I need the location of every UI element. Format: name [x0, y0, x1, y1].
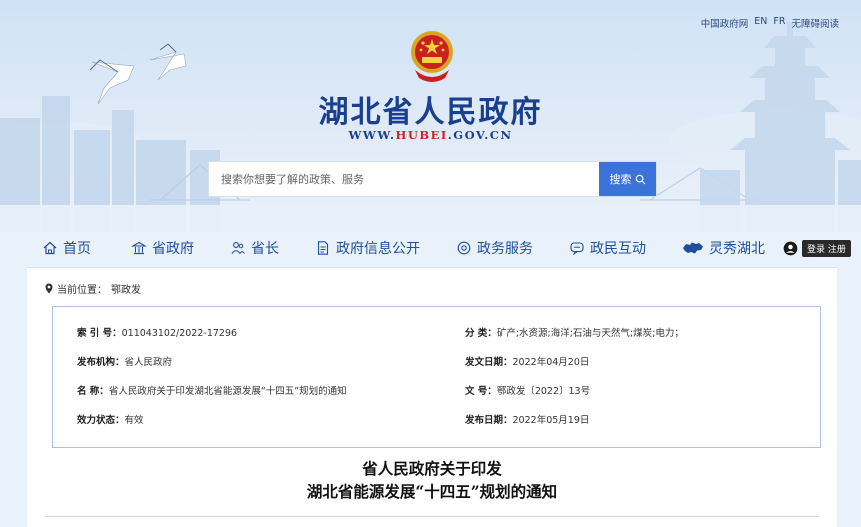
top-link-en[interactable]: EN [754, 16, 767, 30]
nav-item-lingxiu-hubei[interactable]: 灵秀湖北 [682, 238, 765, 258]
meta-doc-number: 文 号：鄂政发〔2022〕13号 [465, 383, 590, 397]
meta-name: 名 称：省人民政府关于印发湖北省能源发展“十四五”规划的通知 [77, 383, 347, 397]
nav-item-interaction[interactable]: 政民互动 [569, 238, 646, 258]
meta-index: 索 引 号：011043102/2022-17296 [77, 325, 237, 339]
document-title-line1: 省人民政府关于印发 [362, 459, 502, 478]
meta-category-label: 分 类： [465, 328, 497, 339]
user-icon [783, 241, 798, 255]
nav-item-gov-services[interactable]: 政务服务 [456, 238, 533, 258]
meta-index-label: 索 引 号： [77, 328, 122, 339]
meta-publisher: 发布机构：省人民政府 [77, 354, 172, 368]
breadcrumb: 当前位置： 鄂政发 [45, 281, 141, 296]
content-panel: 当前位置： 鄂政发 索 引 号：011043102/2022-17296 分 类… [27, 267, 837, 527]
divider [45, 516, 819, 517]
home-icon [43, 241, 57, 255]
meta-issue-date-label: 发文日期： [465, 357, 513, 368]
site-title: 湖北省人民政府 [318, 95, 543, 130]
meta-category-value: 矿产;水资源;海洋;石油与天然气;煤炭;电力； [496, 328, 684, 339]
meta-name-label: 名 称： [77, 386, 109, 397]
nav-item-info-disclosure-label: 政府信息公开 [336, 241, 420, 257]
site-url-highlight: HUBEI [395, 128, 448, 142]
site-url-suffix: .GOV.CN [447, 128, 513, 142]
meta-publish-date-label: 发布日期： [465, 415, 513, 426]
search-input[interactable] [209, 162, 599, 196]
meta-name-value: 省人民政府关于印发湖北省能源发展“十四五”规划的通知 [108, 386, 347, 397]
nav-item-home[interactable]: 首页 [42, 238, 91, 258]
nav-item-info-disclosure[interactable]: 政府信息公开 [315, 238, 420, 258]
nav-item-gov-services-label: 政务服务 [477, 241, 533, 257]
site-url-prefix: WWW. [348, 128, 396, 142]
hubei-map-icon [683, 242, 703, 254]
document-metadata-table: 索 引 号：011043102/2022-17296 分 类：矿产;水资源;海洋… [52, 306, 821, 448]
top-link-accessibility[interactable]: 无障碍阅读 [791, 16, 839, 30]
nav-item-governor[interactable]: 省长 [230, 238, 279, 258]
document-title-line2: 湖北省能源发展“十四五”规划的通知 [306, 482, 558, 501]
login-register-button[interactable]: 登录 注册 [802, 239, 851, 257]
chat-icon [570, 242, 584, 256]
meta-issue-date: 发文日期：2022年04月20日 [465, 354, 589, 368]
search-button-label: 搜索 [609, 173, 632, 186]
meta-index-value: 011043102/2022-17296 [121, 328, 238, 339]
meta-doc-number-label: 文 号： [465, 386, 497, 397]
meta-status-value: 有效 [124, 415, 144, 426]
nav-item-home-label: 首页 [63, 241, 91, 257]
site-url: WWW.HUBEI.GOV.CN [0, 128, 861, 142]
meta-publish-date: 发布日期：2022年05月19日 [465, 412, 589, 426]
nav-item-governor-label: 省长 [251, 241, 279, 257]
breadcrumb-label: 当前位置： [57, 285, 107, 296]
nav-item-interaction-label: 政民互动 [590, 241, 646, 257]
top-link-fr[interactable]: FR [773, 16, 785, 30]
meta-publish-date-value: 2022年05月19日 [512, 415, 590, 426]
breadcrumb-current[interactable]: 鄂政发 [111, 281, 141, 296]
nav-item-lingxiu-hubei-label: 灵秀湖北 [709, 241, 765, 257]
nav-item-provincial-gov-label: 省政府 [152, 241, 194, 257]
meta-publisher-label: 发布机构： [77, 357, 125, 368]
document-icon [317, 241, 329, 255]
site-header: 中国政府网 EN FR 无障碍阅读 湖北省人民政府 WWW.HUBEI.GOV.… [0, 0, 861, 232]
meta-status-label: 效力状态： [77, 415, 125, 426]
search-bar: 搜索 [208, 161, 657, 197]
search-icon [635, 174, 645, 184]
login-area: 登录 注册 [783, 239, 851, 257]
meta-category: 分 类：矿产;水资源;海洋;石油与天然气;煤炭;电力； [465, 325, 684, 339]
service-icon [457, 241, 471, 255]
nav-item-provincial-gov[interactable]: 省政府 [131, 238, 194, 258]
national-emblem-icon [411, 31, 453, 82]
main-nav: 首页 省政府 省长 政府信息公开 政务服务 政民互动 灵秀湖北 登录 注册 [0, 232, 861, 264]
meta-publisher-value: 省人民政府 [124, 357, 173, 368]
search-button[interactable]: 搜索 [599, 162, 656, 196]
meta-issue-date-value: 2022年04月20日 [512, 357, 590, 368]
building-icon [131, 241, 147, 255]
location-pin-icon [45, 283, 53, 294]
meta-status: 效力状态：有效 [77, 412, 144, 426]
people-icon [231, 242, 245, 254]
meta-doc-number-value: 鄂政发〔2022〕13号 [496, 386, 591, 397]
top-links: 中国政府网 EN FR 无障碍阅读 [701, 16, 839, 30]
top-link-gov-cn[interactable]: 中国政府网 [701, 16, 749, 30]
